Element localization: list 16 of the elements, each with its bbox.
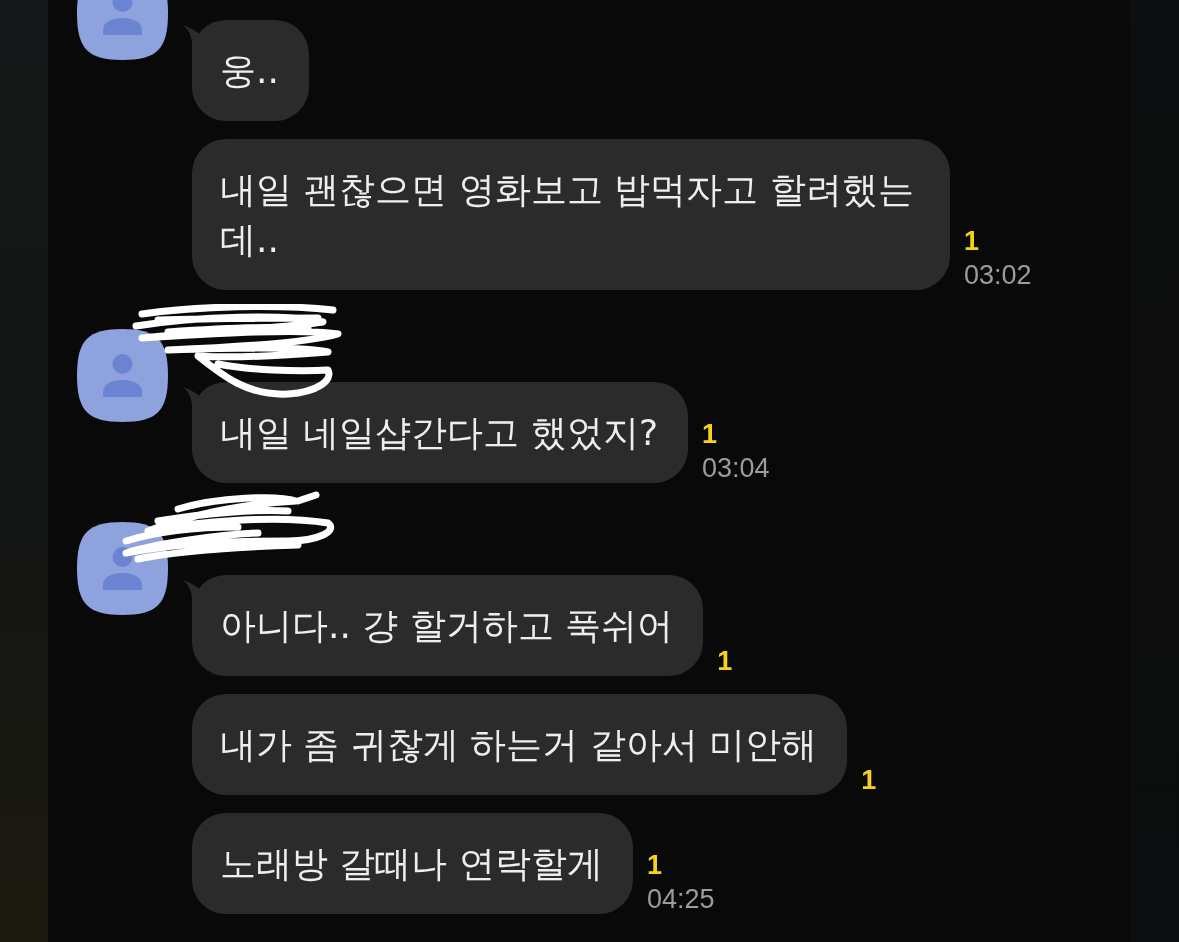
avatar-icon[interactable] — [77, 522, 168, 615]
message-time: 04:25 — [646, 883, 715, 916]
message-time: 03:02 — [964, 259, 1032, 292]
message-bubble: 내일 괜찮으면 영화보고 밥먹자고 할려했는데.. — [192, 139, 950, 290]
message-bubble: 웅.. — [192, 20, 309, 121]
message-bubble: 내가 좀 귀찮게 하는거 같아서 미안해 — [192, 694, 848, 795]
message-bubble: 노래방 갈때나 연락할게 — [192, 813, 633, 914]
unread-count: 1 — [646, 849, 662, 882]
unread-count: 1 — [702, 418, 718, 451]
message-time: 03:04 — [702, 452, 770, 485]
unread-count: 1 — [964, 225, 980, 258]
message-bubble: 내일 네일샵간다고 했었지? — [192, 382, 688, 483]
message-bubble: 아니다.. 걍 할거하고 푹쉬어 — [192, 575, 704, 676]
avatar-icon[interactable] — [77, 329, 168, 422]
unread-count: 1 — [717, 645, 733, 678]
unread-count: 1 — [861, 764, 877, 797]
